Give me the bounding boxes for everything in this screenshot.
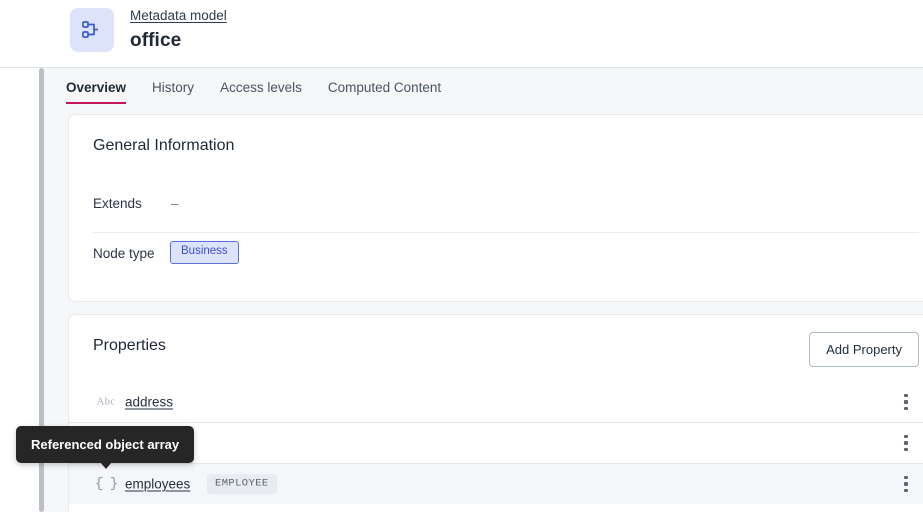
reference-type-badge: EMPLOYEE bbox=[207, 474, 277, 494]
tab-bar: Overview History Access levels Computed … bbox=[44, 68, 923, 106]
node-type-badge[interactable]: Business bbox=[170, 241, 239, 264]
property-name-link[interactable]: employees bbox=[125, 477, 190, 492]
row-overflow-menu-icon[interactable] bbox=[897, 392, 915, 412]
property-name-link[interactable]: address bbox=[125, 395, 173, 410]
left-gutter-header bbox=[0, 0, 48, 68]
general-row-node-type: Node type Business bbox=[93, 233, 919, 283]
app-root: s Metadata model office Overview History… bbox=[0, 0, 923, 512]
header-text-group: Metadata model office bbox=[130, 7, 227, 52]
extends-label: Extends bbox=[93, 196, 142, 211]
properties-list: Abc address { } employees EMPLOYEE bbox=[69, 381, 923, 504]
table-row[interactable] bbox=[69, 422, 923, 463]
object-braces-icon: { } bbox=[93, 476, 119, 492]
page-header: Metadata model office bbox=[48, 0, 923, 68]
tab-access-levels[interactable]: Access levels bbox=[220, 80, 302, 104]
table-row[interactable]: { } employees EMPLOYEE bbox=[69, 463, 923, 504]
tab-computed-content[interactable]: Computed Content bbox=[328, 80, 441, 104]
general-information-title: General Information bbox=[93, 137, 234, 155]
row-overflow-menu-icon[interactable] bbox=[897, 474, 915, 494]
general-information-card: General Information Extends – Node type … bbox=[69, 115, 923, 301]
node-type-label: Node type bbox=[93, 246, 155, 261]
tab-overview[interactable]: Overview bbox=[66, 80, 126, 104]
row-overflow-menu-icon[interactable] bbox=[897, 433, 915, 453]
table-row[interactable]: Abc address bbox=[69, 381, 923, 422]
text-type-icon: Abc bbox=[93, 397, 119, 408]
add-property-button[interactable]: Add Property bbox=[809, 332, 919, 367]
schema-node-icon bbox=[70, 8, 114, 52]
properties-card: Properties Add Property Abc address { } … bbox=[69, 315, 923, 512]
tab-history[interactable]: History bbox=[152, 80, 194, 104]
general-row-extends: Extends – bbox=[93, 183, 919, 233]
tooltip: Referenced object array bbox=[16, 426, 194, 463]
extends-value: – bbox=[171, 196, 179, 211]
page-title: office bbox=[130, 30, 227, 52]
breadcrumb-metadata-model[interactable]: Metadata model bbox=[130, 8, 227, 23]
properties-title: Properties bbox=[93, 337, 166, 355]
